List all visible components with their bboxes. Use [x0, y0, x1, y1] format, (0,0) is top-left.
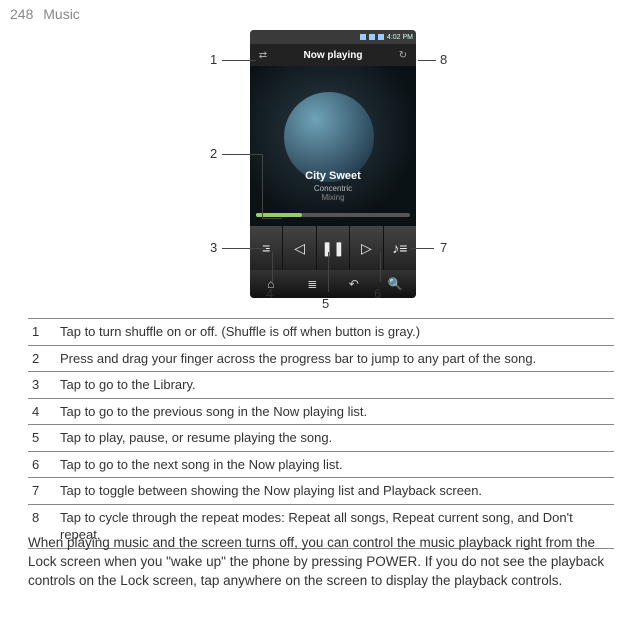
shuffle-icon[interactable]: ⇄: [256, 48, 270, 62]
description-table: 1Tap to turn shuffle on or off. (Shuffle…: [28, 318, 614, 549]
callout-1-line: [222, 60, 256, 61]
row-text: Press and drag your finger across the pr…: [56, 345, 614, 372]
menu-icon[interactable]: ≣: [292, 270, 334, 298]
section-title: Music: [43, 6, 80, 22]
callout-8-label: 8: [440, 52, 447, 67]
table-row: 5Tap to play, pause, or resume playing t…: [28, 425, 614, 452]
callout-6-line-v: [380, 252, 381, 282]
row-text: Tap to go to the previous song in the No…: [56, 398, 614, 425]
control-row: ≡ ◁ ❚❚ ▷ ♪≡: [250, 226, 416, 270]
callout-4-line-v: [272, 252, 273, 282]
row-text: Tap to go to the Library.: [56, 372, 614, 399]
android-nav-row: ⌂ ≣ ↶ 🔍: [250, 270, 416, 298]
row-num: 3: [28, 372, 56, 399]
next-button[interactable]: ▷: [350, 226, 383, 270]
callout-2-label: 2: [210, 146, 217, 161]
callout-5-line-v: [328, 252, 329, 292]
back-icon[interactable]: ↶: [333, 270, 375, 298]
page-header: 248 Music: [10, 6, 80, 22]
table-row: 1Tap to turn shuffle on or off. (Shuffle…: [28, 319, 614, 346]
table-row: 4Tap to go to the previous song in the N…: [28, 398, 614, 425]
callout-7-line: [410, 248, 434, 249]
body-paragraph: When playing music and the screen turns …: [28, 534, 614, 591]
previous-button[interactable]: ◁: [283, 226, 316, 270]
track-artist: Concentric: [250, 184, 416, 193]
callout-2-line-v: [262, 154, 263, 218]
callout-3-label: 3: [210, 240, 217, 255]
table-row: 7Tap to toggle between showing the Now p…: [28, 478, 614, 505]
callout-7-label: 7: [440, 240, 447, 255]
table-row: 3Tap to go to the Library.: [28, 372, 614, 399]
track-album: Mixing: [250, 193, 416, 202]
callout-8-line: [418, 60, 436, 61]
track-info: City Sweet Concentric Mixing: [250, 170, 416, 202]
callout-5-label: 5: [322, 296, 329, 311]
battery-icon: [378, 34, 384, 40]
figure-area: 4:02 PM ⇄ Now playing ↻ City Sweet Conce…: [0, 30, 639, 310]
row-text: Tap to play, pause, or resume playing th…: [56, 425, 614, 452]
signal-icon: [360, 34, 366, 40]
row-text: Tap to turn shuffle on or off. (Shuffle …: [56, 319, 614, 346]
callout-2-line-h: [222, 154, 262, 155]
progress-bar[interactable]: [256, 213, 410, 217]
row-num: 7: [28, 478, 56, 505]
now-playing-label: Now playing: [304, 50, 363, 61]
row-num: 4: [28, 398, 56, 425]
wifi-icon: [369, 34, 375, 40]
table-row: 6Tap to go to the next song in the Now p…: [28, 451, 614, 478]
status-time: 4:02 PM: [387, 34, 413, 41]
page-number: 248: [10, 6, 33, 22]
phone-screenshot: 4:02 PM ⇄ Now playing ↻ City Sweet Conce…: [250, 30, 416, 298]
repeat-icon[interactable]: ↻: [396, 48, 410, 62]
callout-4-dot: [272, 282, 273, 283]
table-row: 2Press and drag your finger across the p…: [28, 345, 614, 372]
callout-2-line-h2: [262, 218, 282, 219]
top-bar: ⇄ Now playing ↻: [250, 44, 416, 66]
callout-4-label: 4: [266, 286, 273, 301]
row-num: 5: [28, 425, 56, 452]
album-art-image: [284, 92, 374, 182]
callout-1-label: 1: [210, 52, 217, 67]
status-bar: 4:02 PM: [250, 30, 416, 44]
row-num: 2: [28, 345, 56, 372]
callout-3-line: [222, 248, 266, 249]
row-text: Tap to toggle between showing the Now pl…: [56, 478, 614, 505]
album-art-area: City Sweet Concentric Mixing: [250, 66, 416, 226]
track-title: City Sweet: [250, 170, 416, 182]
row-num: 6: [28, 451, 56, 478]
callout-6-label: 6: [374, 286, 381, 301]
play-pause-button[interactable]: ❚❚: [317, 226, 350, 270]
row-text: Tap to go to the next song in the Now pl…: [56, 451, 614, 478]
progress-row: [256, 208, 410, 222]
row-num: 1: [28, 319, 56, 346]
